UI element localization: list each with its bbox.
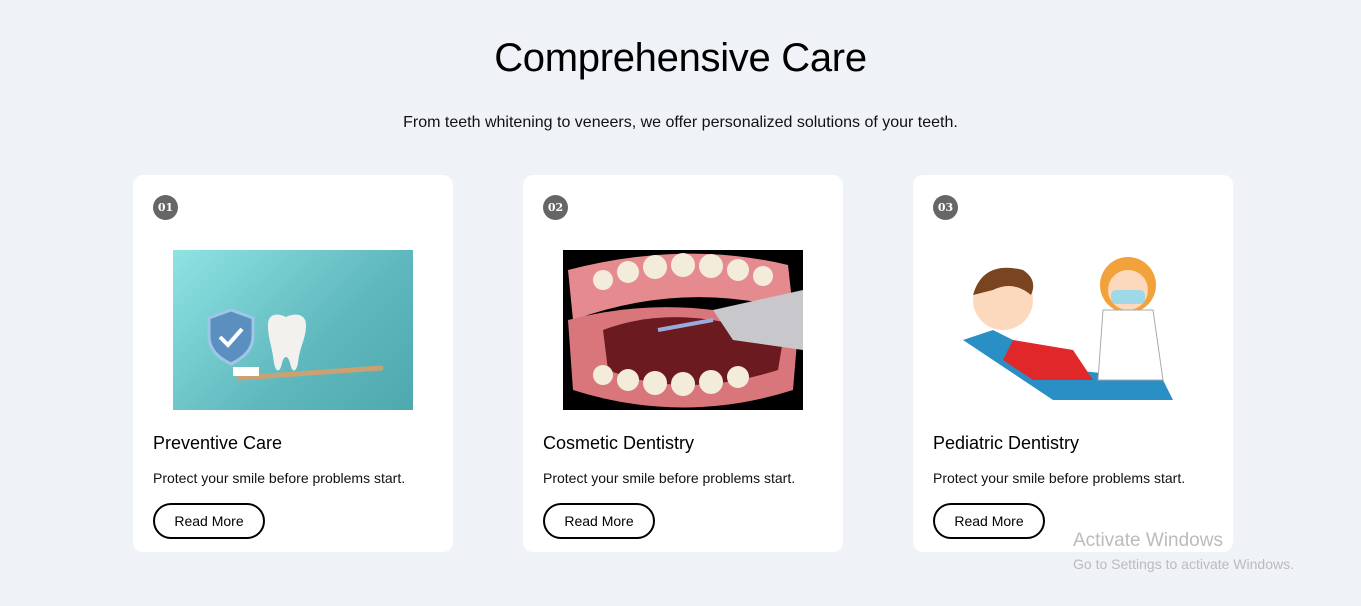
card-title: Cosmetic Dentistry [543, 433, 695, 453]
read-more-button[interactable]: Read More [933, 503, 1045, 539]
card-title: Preventive Care [153, 433, 283, 453]
pediatric-dentistry-image [953, 250, 1193, 410]
preventive-care-image [173, 250, 413, 410]
section-subtitle: From teeth whitening to veneers, we offe… [403, 114, 958, 131]
service-card-cosmetic: 02 Cosmetic Dentistry Protect your smile… [523, 175, 843, 552]
card-description: Protect your smile before problems start… [153, 470, 406, 486]
card-description: Protect your smile before problems start… [543, 470, 796, 486]
card-title: Pediatric Dentistry [933, 433, 1080, 453]
section-title: Comprehensive Care [494, 36, 867, 80]
card-number-badge: 02 [543, 195, 568, 220]
service-card-pediatric: 03 Pediatric Dentistry Protect your smil… [913, 175, 1233, 552]
card-number-badge: 03 [933, 195, 958, 220]
read-more-button[interactable]: Read More [543, 503, 655, 539]
service-card-preventive: 01 Preventive Care Protect your smile be… [133, 175, 453, 552]
card-number-badge: 01 [153, 195, 178, 220]
read-more-button[interactable]: Read More [153, 503, 265, 539]
card-description: Protect your smile before problems start… [933, 470, 1186, 486]
cosmetic-dentistry-image [563, 250, 803, 410]
windows-activation-watermark-title: Activate Windows [1073, 530, 1223, 551]
windows-activation-watermark-subtitle: Go to Settings to activate Windows. [1073, 556, 1294, 572]
